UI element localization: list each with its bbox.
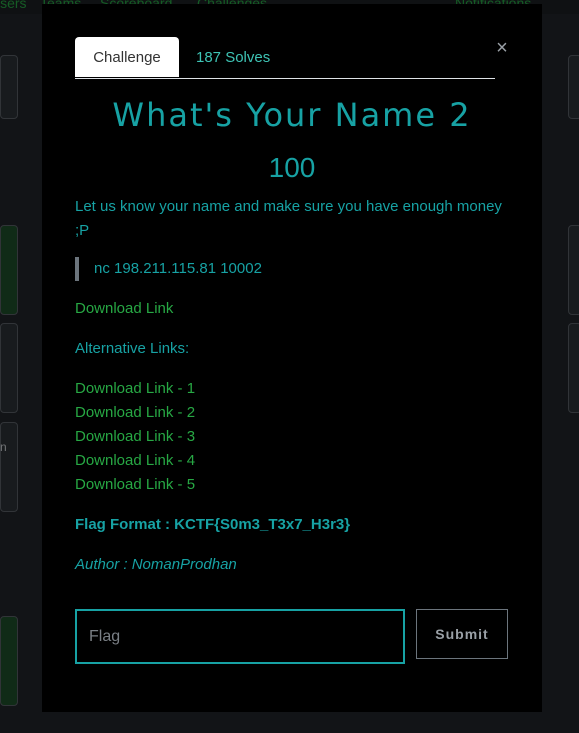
modal-tabs: Challenge 187 Solves <box>75 37 495 79</box>
connection-command: nc 198.211.115.81 10002 <box>75 257 262 281</box>
alternative-download-link-2[interactable]: Download Link - 2 <box>75 401 195 425</box>
tab-solves[interactable]: 187 Solves <box>196 37 270 77</box>
alternative-download-link-1[interactable]: Download Link - 1 <box>75 377 195 401</box>
alternative-links-list: Download Link - 1 Download Link - 2 Down… <box>75 377 195 497</box>
challenge-points: 100 <box>268 152 316 183</box>
download-link[interactable]: Download Link <box>75 297 173 321</box>
alternative-download-link-5[interactable]: Download Link - 5 <box>75 473 195 497</box>
challenge-modal: Challenge 187 Solves × What's Your Name … <box>42 4 542 712</box>
alternative-download-link-3[interactable]: Download Link - 3 <box>75 425 195 449</box>
tab-challenge[interactable]: Challenge <box>75 37 179 77</box>
challenge-title: What's Your Name 2 <box>112 96 472 134</box>
challenge-description: Let us know your name and make sure you … <box>75 198 502 239</box>
flag-input[interactable] <box>75 609 405 664</box>
challenge-author: Author : NomanProdhan <box>75 556 237 573</box>
alternative-links-heading: Alternative Links: <box>75 340 190 357</box>
close-icon[interactable]: × <box>494 38 510 58</box>
submit-button[interactable]: Submit <box>416 609 508 659</box>
flag-format: Flag Format : KCTF{S0m3_T3x7_H3r3} <box>75 516 351 533</box>
alternative-download-link-4[interactable]: Download Link - 4 <box>75 449 195 473</box>
